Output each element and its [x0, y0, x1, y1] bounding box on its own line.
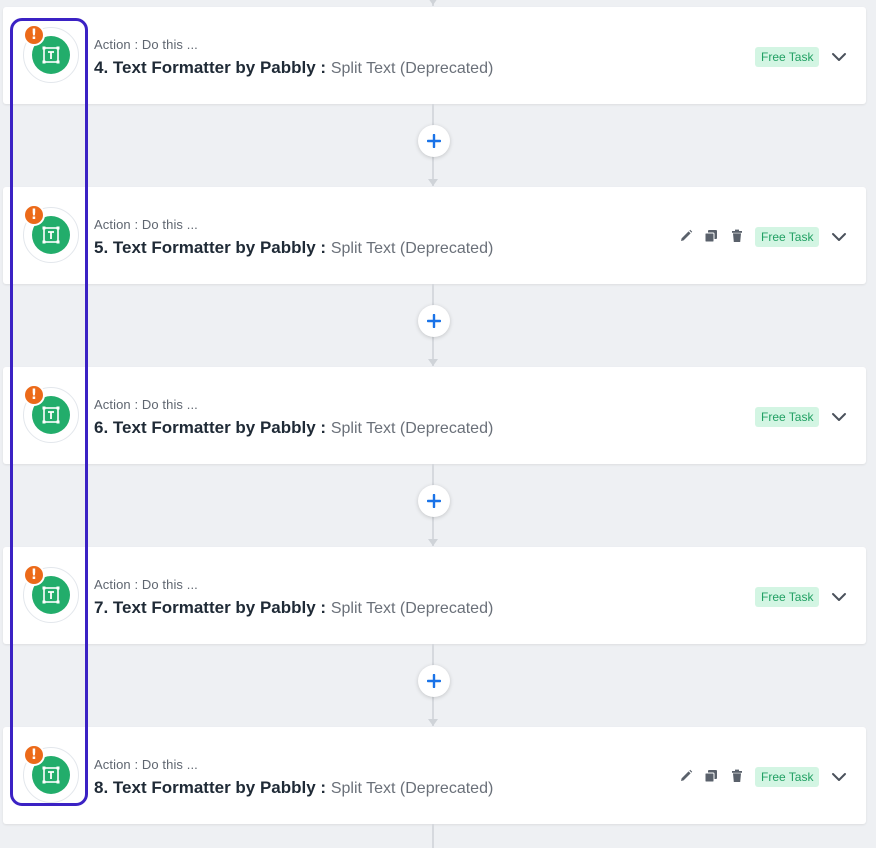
step-number: 4.	[94, 58, 109, 77]
step-number: 7.	[94, 598, 109, 617]
step-card-8[interactable]: ! Action : Do this ... 8. Text Formatter…	[3, 727, 866, 824]
step-title[interactable]: 5. Text Formatter by Pabbly : Split Text…	[94, 238, 493, 258]
add-step-button[interactable]	[418, 125, 450, 157]
copy-icon[interactable]	[704, 229, 718, 243]
pencil-icon[interactable]	[679, 229, 693, 243]
step-title[interactable]: 4. Text Formatter by Pabbly : Split Text…	[94, 58, 493, 78]
app-name: Text Formatter by Pabbly :	[112, 58, 327, 77]
plus-icon	[427, 674, 441, 688]
connector-arrow	[428, 179, 438, 186]
pencil-icon[interactable]	[679, 769, 693, 783]
app-name: Text Formatter by Pabbly :	[112, 238, 327, 257]
add-step-button[interactable]	[418, 485, 450, 517]
warning-icon: !	[23, 204, 45, 226]
connector-arrow	[428, 359, 438, 366]
app-name: Text Formatter by Pabbly :	[112, 778, 327, 797]
step-number: 5.	[94, 238, 109, 257]
app-name: Text Formatter by Pabbly :	[112, 598, 327, 617]
step-title[interactable]: 7. Text Formatter by Pabbly : Split Text…	[94, 598, 493, 618]
event-name: Split Text (Deprecated)	[330, 600, 494, 617]
event-name: Split Text (Deprecated)	[330, 60, 494, 77]
warning-icon: !	[23, 24, 45, 46]
plus-icon	[427, 494, 441, 508]
add-step-button[interactable]	[418, 305, 450, 337]
chevron-down-icon[interactable]	[831, 409, 847, 425]
warning-icon: !	[23, 564, 45, 586]
add-step-button[interactable]	[418, 665, 450, 697]
step-number: 8.	[94, 778, 109, 797]
action-label: Action : Do this ...	[94, 37, 198, 52]
event-name: Split Text (Deprecated)	[330, 420, 494, 437]
warning-icon: !	[23, 384, 45, 406]
step-number: 6.	[94, 418, 109, 437]
plus-icon	[427, 134, 441, 148]
chevron-down-icon[interactable]	[831, 49, 847, 65]
connector-line	[432, 824, 434, 848]
action-label: Action : Do this ...	[94, 217, 198, 232]
step-title[interactable]: 8. Text Formatter by Pabbly : Split Text…	[94, 778, 493, 798]
chevron-down-icon[interactable]	[831, 589, 847, 605]
action-label: Action : Do this ...	[94, 397, 198, 412]
connector-arrow	[428, 719, 438, 726]
trash-icon[interactable]	[730, 229, 744, 243]
step-card-5[interactable]: ! Action : Do this ... 5. Text Formatter…	[3, 187, 866, 284]
event-name: Split Text (Deprecated)	[330, 240, 494, 257]
action-label: Action : Do this ...	[94, 577, 198, 592]
chevron-down-icon[interactable]	[831, 769, 847, 785]
step-card-6[interactable]: ! Action : Do this ... 6. Text Formatter…	[3, 367, 866, 464]
warning-icon: !	[23, 744, 45, 766]
chevron-down-icon[interactable]	[831, 229, 847, 245]
free-task-badge: Free Task	[755, 47, 820, 67]
connector-arrow	[428, 0, 438, 5]
action-label: Action : Do this ...	[94, 757, 198, 772]
free-task-badge: Free Task	[755, 767, 820, 787]
step-card-4[interactable]: ! Action : Do this ... 4. Text Formatter…	[3, 7, 866, 104]
step-card-7[interactable]: ! Action : Do this ... 7. Text Formatter…	[3, 547, 866, 644]
trash-icon[interactable]	[730, 769, 744, 783]
step-title[interactable]: 6. Text Formatter by Pabbly : Split Text…	[94, 418, 493, 438]
plus-icon	[427, 314, 441, 328]
copy-icon[interactable]	[704, 769, 718, 783]
free-task-badge: Free Task	[755, 227, 820, 247]
free-task-badge: Free Task	[755, 407, 820, 427]
app-name: Text Formatter by Pabbly :	[112, 418, 327, 437]
event-name: Split Text (Deprecated)	[330, 780, 494, 797]
connector-arrow	[428, 539, 438, 546]
free-task-badge: Free Task	[755, 587, 820, 607]
